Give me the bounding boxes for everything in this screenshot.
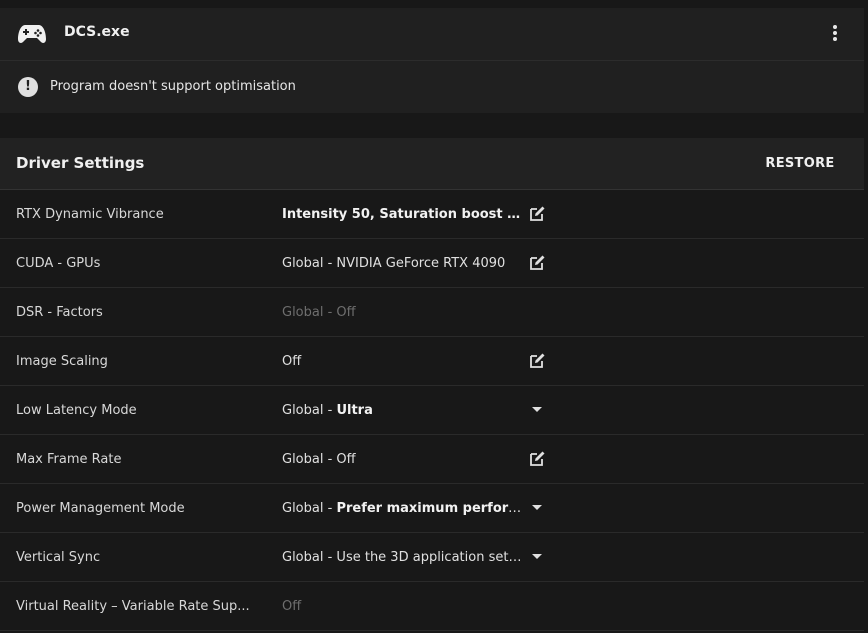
setting-value: Off (282, 354, 302, 369)
setting-label: Vertical Sync (16, 550, 101, 565)
restore-button[interactable]: RESTORE (760, 148, 840, 178)
optimisation-notice: ! Program doesn't support optimisation (0, 61, 864, 113)
setting-value: Global - NVIDIA GeForce RTX 4090 (282, 256, 506, 271)
edit-icon[interactable] (528, 254, 546, 272)
setting-value-prefix: Global - (282, 501, 337, 516)
edit-icon[interactable] (528, 352, 546, 370)
edit-icon[interactable] (528, 450, 546, 468)
driver-settings-header: Driver Settings RESTORE (0, 138, 864, 190)
exclamation-icon: ! (18, 77, 38, 97)
setting-row-power-management-mode[interactable]: Power Management Mode Global - Prefer ma… (0, 484, 864, 533)
settings-list: RTX Dynamic Vibrance Intensity 50, Satur… (0, 190, 864, 631)
gamepad-icon (18, 25, 46, 43)
setting-row-cuda-gpus[interactable]: CUDA - GPUs Global - NVIDIA GeForce RTX … (0, 239, 864, 288)
setting-value: Global - Prefer maximum performa... (282, 501, 522, 516)
setting-value: Off (282, 599, 302, 614)
setting-row-virtual-reality-vrs: Virtual Reality – Variable Rate Sup... O… (0, 582, 864, 631)
driver-settings-title: Driver Settings (16, 154, 145, 172)
setting-value: Intensity 50, Saturation boost 25 (282, 207, 522, 222)
chevron-down-icon[interactable] (532, 407, 542, 412)
setting-row-rtx-dynamic-vibrance[interactable]: RTX Dynamic Vibrance Intensity 50, Satur… (0, 190, 864, 239)
app-window: DCS.exe ! Program doesn't support optimi… (0, 0, 868, 633)
program-name: DCS.exe (64, 24, 130, 40)
setting-label: Low Latency Mode (16, 403, 137, 418)
setting-row-low-latency-mode[interactable]: Low Latency Mode Global - Ultra (0, 386, 864, 435)
notice-text: Program doesn't support optimisation (50, 79, 296, 94)
setting-label: Power Management Mode (16, 501, 185, 516)
setting-label: Virtual Reality – Variable Rate Sup... (16, 599, 250, 614)
program-card: DCS.exe ! Program doesn't support optimi… (0, 8, 864, 113)
edit-icon[interactable] (528, 205, 546, 223)
setting-value-prefix: Global - (282, 403, 337, 418)
program-header: DCS.exe (0, 8, 864, 61)
setting-label: RTX Dynamic Vibrance (16, 207, 164, 222)
setting-label: CUDA - GPUs (16, 256, 101, 271)
setting-label: Image Scaling (16, 354, 108, 369)
setting-value: Global - Off (282, 305, 356, 320)
setting-row-image-scaling[interactable]: Image Scaling Off (0, 337, 864, 386)
kebab-menu-icon[interactable] (824, 23, 846, 45)
setting-row-max-frame-rate[interactable]: Max Frame Rate Global - Off (0, 435, 864, 484)
chevron-down-icon[interactable] (532, 554, 542, 559)
setting-label: DSR - Factors (16, 305, 103, 320)
setting-label: Max Frame Rate (16, 452, 122, 467)
setting-value: Global - Off (282, 452, 356, 467)
setting-row-vertical-sync[interactable]: Vertical Sync Global - Use the 3D applic… (0, 533, 864, 582)
setting-value-main: Prefer maximum performa... (336, 501, 522, 516)
setting-value: Global - Ultra (282, 403, 522, 418)
setting-row-dsr-factors: DSR - Factors Global - Off (0, 288, 864, 337)
chevron-down-icon[interactable] (532, 505, 542, 510)
setting-value: Global - Use the 3D application setti... (282, 550, 522, 565)
setting-value-main: Ultra (336, 403, 373, 418)
